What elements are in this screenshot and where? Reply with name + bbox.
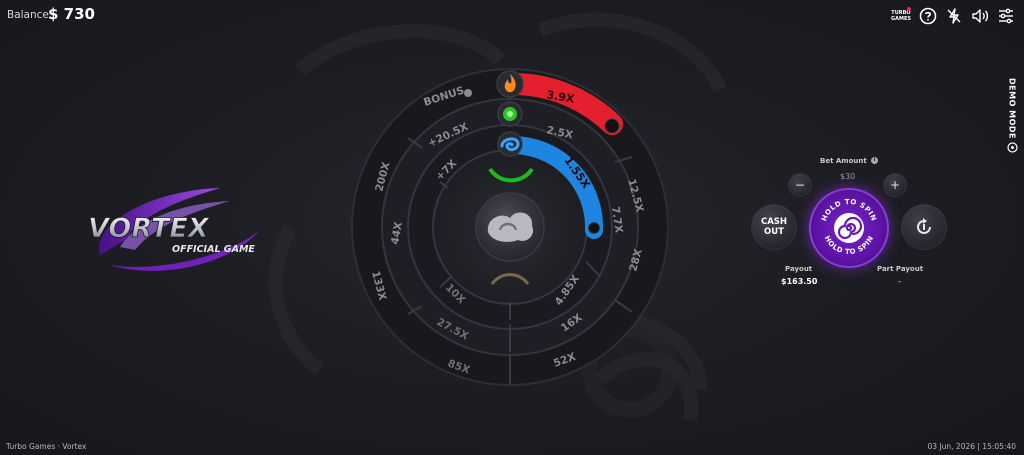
turbo-games-logo[interactable]: TURBO GAMES — [890, 6, 912, 26]
repeat-icon — [917, 218, 931, 234]
cash-out-label-line2: OUT — [764, 227, 784, 237]
top-toolbar: TURBO GAMES — [890, 6, 1016, 26]
settings-icon[interactable] — [996, 6, 1016, 26]
water-bar-end — [588, 222, 600, 234]
fire-icon — [496, 70, 524, 98]
part-payout-label: Part Payout — [877, 265, 924, 273]
sound-icon[interactable] — [970, 6, 990, 26]
demo-mode-label: DEMO MODE — [1007, 78, 1017, 140]
fire-bar-end — [604, 118, 620, 134]
bet-info-icon[interactable]: i — [871, 157, 878, 164]
spin-button-graphic: HOLD TO SPIN HOLD TO SPIN — [820, 198, 877, 256]
footer-game-name: Turbo Games · Vortex — [6, 442, 87, 451]
payout-label: Payout — [785, 265, 813, 273]
earth-icon — [497, 101, 523, 127]
payout-value: $163.50 — [781, 277, 818, 286]
auto-spin-button[interactable] — [902, 205, 946, 249]
vortex-wheel: BONUS 3.9X 12.5X 28X 52X 85X 133X 200X +… — [351, 68, 668, 386]
minus-icon: − — [794, 178, 806, 192]
bonus-info-icon[interactable] — [464, 89, 472, 97]
spiral-icon — [834, 213, 864, 243]
hold-to-spin-button[interactable]: HOLD TO SPIN HOLD TO SPIN — [811, 190, 887, 266]
vortex-logo: VORTEX OFFICIAL GAME — [88, 188, 260, 271]
game-screen: Balance: $ 730 TURBO GAMES DEMO MODE VOR… — [0, 0, 1024, 455]
logo-subtitle: OFFICIAL GAME — [172, 244, 255, 255]
logo-title: VORTEX — [88, 213, 210, 244]
bet-amount-label: Bet Amount — [820, 157, 867, 165]
plus-icon: + — [889, 178, 901, 192]
cash-out-label-line1: CASH — [760, 217, 788, 227]
increase-bet-button[interactable]: + — [884, 174, 906, 196]
balance-label: Balance: — [7, 9, 53, 21]
help-icon[interactable] — [918, 6, 938, 26]
footer-datetime: 03 Jun, 2026 | 15:05:40 — [927, 442, 1016, 451]
demo-mode-icon — [1006, 142, 1018, 153]
cash-out-button[interactable]: CASH OUT — [752, 205, 796, 249]
wind-center-icon — [475, 192, 545, 262]
balance-value: $ 730 — [48, 5, 95, 23]
part-payout-value: - — [898, 277, 901, 286]
lightning-off-icon[interactable] — [944, 6, 964, 26]
bet-amount-value: $30 — [840, 172, 856, 181]
turbo-logo-line2: GAMES — [891, 16, 911, 22]
demo-mode-indicator: DEMO MODE — [1002, 78, 1022, 158]
water-icon — [497, 131, 523, 157]
decrease-bet-button[interactable]: − — [789, 174, 811, 196]
